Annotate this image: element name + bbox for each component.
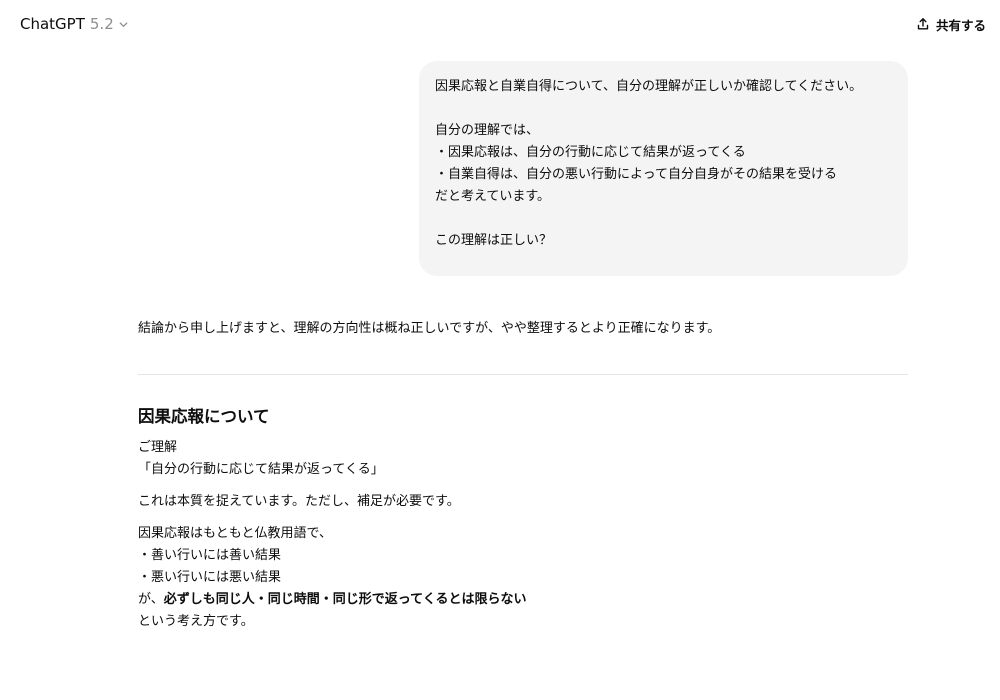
top-bar: ChatGPT 5.2 共有する <box>0 0 1000 48</box>
divider <box>138 374 908 375</box>
quote-label: ご理解 <box>138 440 178 455</box>
explanation-line: という考え方です。 <box>138 614 254 629</box>
assistant-message: 結論から申し上げますと、理解の方向性は概ね正しいですが、やや整理するとより正確に… <box>138 318 908 633</box>
user-message-line: ・自業自得は、自分の悪い行動によって自分自身がその結果を受ける <box>435 167 837 182</box>
user-message-line: 自分の理解では、 <box>435 123 540 138</box>
explanation-line: ・悪い行いには悪い結果 <box>138 570 282 585</box>
user-message-bubble: 因果応報と自業自得について、自分の理解が正しいか確認してください。 自分の理解で… <box>419 61 908 276</box>
assistant-intro: 結論から申し上げますと、理解の方向性は概ね正しいですが、やや整理するとより正確に… <box>138 321 721 336</box>
user-message-line: この理解は正しい？ <box>435 233 553 248</box>
model-version: 5.2 <box>89 15 114 33</box>
model-selector[interactable]: ChatGPT 5.2 <box>20 12 129 36</box>
share-button[interactable]: 共有する <box>916 12 986 36</box>
explanation-line: が、必ずしも同じ人・同じ時間・同じ形で返ってくるとは限らない <box>138 589 908 611</box>
user-message-blank-line <box>435 208 892 230</box>
user-message-line: 因果応報と自業自得について、自分の理解が正しいか確認してください。 <box>435 79 863 94</box>
explanation-block: 因果応報はもともと仏教用語で、 ・善い行いには善い結果 ・悪い行いには悪い結果 … <box>138 523 908 633</box>
model-name: ChatGPT <box>20 15 85 33</box>
share-icon <box>916 17 930 31</box>
chevron-down-icon <box>118 19 129 30</box>
explanation-line: 因果応報はもともと仏教用語で、 <box>138 526 332 541</box>
user-message-blank-line <box>435 98 892 120</box>
user-message-line: ・因果応報は、自分の行動に応じて結果が返ってくる <box>435 145 746 160</box>
user-message-line: だと考えています。 <box>435 189 551 204</box>
section-heading: 因果応報について <box>138 407 270 426</box>
explanation-prefix: が、 <box>138 592 164 607</box>
quote-text: 「自分の行動に応じて結果が返ってくる」 <box>138 462 384 477</box>
explanation-bold: 必ずしも同じ人・同じ時間・同じ形で返ってくるとは限らない <box>163 592 527 607</box>
explanation-line: ・善い行いには善い結果 <box>138 548 282 563</box>
comment-text: これは本質を捉えています。ただし、補足が必要です。 <box>138 494 460 509</box>
share-label: 共有する <box>935 17 986 33</box>
